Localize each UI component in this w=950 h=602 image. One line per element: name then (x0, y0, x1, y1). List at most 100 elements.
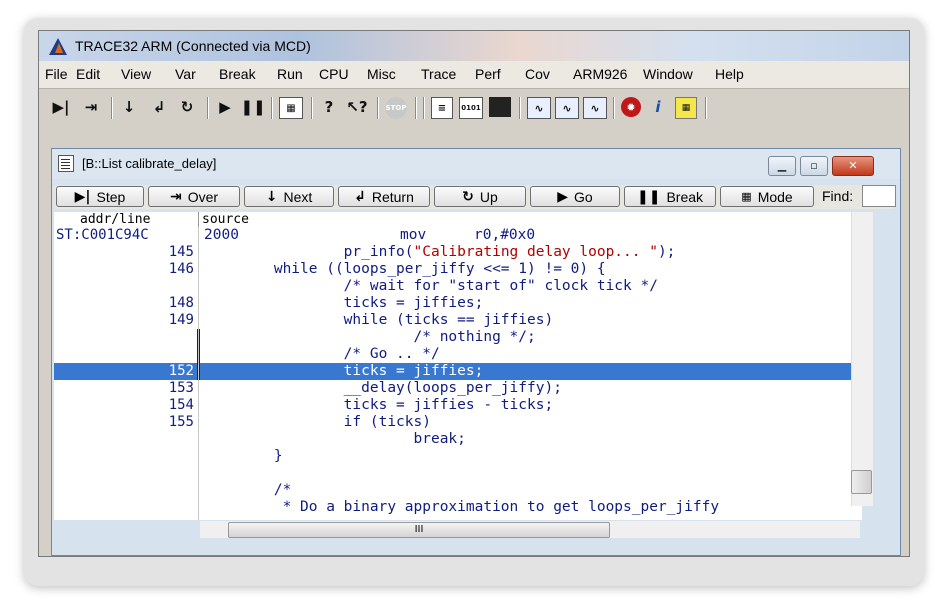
pause-icon[interactable]: ❚❚ (240, 97, 265, 117)
next-button[interactable]: ↓ Next (244, 186, 334, 207)
source-row[interactable]: 148 ticks = jiffies; (54, 295, 862, 312)
asm-opcode: 2000 (204, 227, 239, 243)
source-row[interactable]: 155 if (ticks) (54, 414, 862, 431)
source-row[interactable]: 149 while (ticks == jiffies) (54, 312, 862, 329)
return-button[interactable]: ↲ Return (338, 186, 430, 207)
source-row[interactable]: * Do a binary approximation to get loops… (54, 499, 862, 516)
menu-arm926[interactable]: ARM926 (573, 66, 627, 82)
line-number: 148 (168, 295, 194, 311)
list-button-bar: ▶| Step ⇥ Over ↓ Next ↲ Return ↻ Up ▶ Go ❚❚ Bre… (54, 185, 896, 209)
menu-trace[interactable]: Trace (421, 66, 456, 82)
main-toolbar: ▶| ⇥ ↓ ↲ ↻ ▶ ❚❚ ▦ ? ↖? STOP ≡ 0101 ∿ ∿ ∿… (39, 89, 909, 125)
menu-edit[interactable]: Edit (76, 66, 100, 82)
context-help-icon[interactable]: ↖? (345, 97, 369, 117)
return-icon[interactable]: ↲ (149, 97, 169, 117)
source-row[interactable]: /* (54, 482, 862, 499)
up-icon: ↻ (462, 188, 474, 205)
mode-label: Mode (757, 188, 793, 205)
asm-operands: r0,#0x0 (474, 227, 536, 243)
down-arrow-icon: ↓ (265, 188, 278, 205)
register-icon[interactable] (489, 97, 511, 117)
step-icon[interactable]: ▶| (51, 97, 71, 117)
vertical-scrollbar[interactable] (851, 212, 873, 506)
up-icon[interactable]: ↻ (177, 97, 197, 117)
hex-icon[interactable]: 0101 (459, 97, 483, 119)
maximize-button[interactable]: ▫ (800, 156, 828, 176)
list-window-icon (58, 155, 74, 172)
help-icon[interactable]: ? (319, 97, 339, 117)
view3-icon[interactable]: ∿ (583, 97, 607, 119)
menu-misc[interactable]: Misc (367, 66, 396, 82)
source-row-selected[interactable]: 152 ticks = jiffies; (54, 363, 862, 380)
find-input[interactable] (862, 185, 896, 207)
source-listing[interactable]: ST:C001C94C 2000 mov r0,#0x0 145 pr_info… (54, 227, 862, 520)
mode-icon[interactable]: ▦ (279, 97, 303, 119)
return-icon: ↲ (354, 188, 366, 205)
source-code: /* (204, 482, 292, 498)
go-label: Go (574, 188, 593, 205)
up-label: Up (479, 188, 498, 205)
minimize-button[interactable]: ▁ (768, 156, 796, 176)
go-icon: ▶ (557, 188, 569, 205)
close-button[interactable]: ✕ (832, 156, 874, 176)
source-code: /* nothing */; (204, 329, 536, 345)
list-window-titlebar[interactable]: [B::List calibrate_delay] ▁ ▫ ✕ (52, 149, 900, 179)
asm-row[interactable]: ST:C001C94C 2000 mov r0,#0x0 (54, 227, 862, 244)
over-button[interactable]: ⇥ Over (148, 186, 240, 207)
view-icon[interactable]: ∿ (527, 97, 551, 119)
line-number: 155 (168, 414, 194, 430)
menu-cov[interactable]: Cov (525, 66, 550, 82)
source-row[interactable]: 145 pr_info("Calibrating delay loop... "… (54, 244, 862, 261)
source-code: /* Go .. */ (204, 346, 440, 362)
menu-window[interactable]: Window (643, 66, 693, 82)
source-row[interactable]: /* nothing */; (54, 329, 862, 346)
mode-button[interactable]: ▦ Mode (720, 186, 814, 207)
source-row[interactable]: 154 ticks = jiffies - ticks; (54, 397, 862, 414)
source-row[interactable] (54, 465, 862, 482)
step-label: Step (96, 188, 126, 205)
list-window-title: [B::List calibrate_delay] (82, 156, 217, 171)
step-icon: ▶| (74, 188, 91, 205)
addr-line-header[interactable]: addr/line (80, 212, 150, 227)
go-button[interactable]: ▶ Go (530, 186, 620, 207)
menu-help[interactable]: Help (715, 66, 744, 82)
menu-var[interactable]: Var (175, 66, 196, 82)
string-literal: "Calibrating delay loop... " (413, 244, 658, 260)
vertical-scroll-thumb[interactable] (851, 470, 872, 494)
source-header[interactable]: source (202, 212, 249, 227)
step-button[interactable]: ▶| Step (56, 186, 144, 207)
window-title: TRACE32 ARM (Connected via MCD) (75, 38, 311, 54)
source-row[interactable]: break; (54, 431, 862, 448)
line-number: 154 (168, 397, 194, 413)
line-number: 145 (168, 244, 194, 260)
menu-break[interactable]: Break (219, 66, 256, 82)
go-icon[interactable]: ▶ (215, 97, 235, 117)
source-row[interactable]: 153 __delay(loops_per_jiffy); (54, 380, 862, 397)
over-icon: ⇥ (169, 188, 182, 205)
menu-file[interactable]: File (45, 66, 68, 82)
source-code: pr_info("Calibrating delay loop... "); (204, 244, 676, 260)
stop-icon[interactable]: STOP (385, 97, 407, 119)
down-arrow-icon[interactable]: ↓ (119, 97, 139, 117)
horizontal-scroll-thumb[interactable]: III (228, 522, 610, 538)
menu-run[interactable]: Run (277, 66, 303, 82)
source-row[interactable]: /* wait for "start of" clock tick */ (54, 278, 862, 295)
title-bar[interactable]: TRACE32 ARM (Connected via MCD) (39, 31, 909, 61)
source-code: if (ticks) (204, 414, 431, 430)
return-label: Return (371, 188, 414, 205)
info-icon[interactable]: i (649, 97, 667, 117)
over-icon[interactable]: ⇥ (81, 97, 101, 117)
bug-icon[interactable]: ✹ (621, 97, 641, 117)
view2-icon[interactable]: ∿ (555, 97, 579, 119)
menu-cpu[interactable]: CPU (319, 66, 349, 82)
menu-view[interactable]: View (121, 66, 151, 82)
source-row[interactable]: 146 while ((loops_per_jiffy <<= 1) != 0)… (54, 261, 862, 278)
menu-perf[interactable]: Perf (475, 66, 501, 82)
break-button[interactable]: ❚❚ Break (624, 186, 716, 207)
source-row[interactable]: } (54, 448, 862, 465)
source-row[interactable]: /* Go .. */ (54, 346, 862, 363)
grid-icon[interactable]: ▦ (675, 97, 697, 119)
up-button[interactable]: ↻ Up (434, 186, 526, 207)
source-code: /* wait for "start of" clock tick */ (204, 278, 658, 294)
list-icon[interactable]: ≡ (431, 97, 453, 119)
